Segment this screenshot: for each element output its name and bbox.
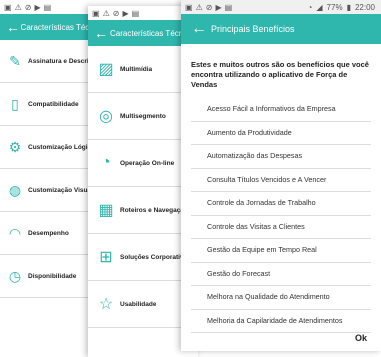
org-chart-icon: ⊞ <box>99 249 113 266</box>
warning-icon: ⚠ <box>102 8 110 18</box>
item-label: Multisegmento <box>120 112 166 120</box>
item-label: Disponibilidade <box>28 272 77 280</box>
speedometer-icon: ◠ <box>8 224 22 241</box>
back-arrow-icon[interactable]: ← <box>191 20 211 38</box>
screen-caracteristicas-1: ▣ ⚠ ⊘ ▶ ▤ ← Características Técnicas ✎ A… <box>0 0 100 351</box>
notification-icon: ▣ <box>4 2 12 12</box>
tablet-icon: ▯ <box>11 95 19 112</box>
clock-time: 22:00 <box>354 2 375 12</box>
ban-icon: ⊘ <box>112 8 120 18</box>
item-label: Usabilidade <box>120 300 157 308</box>
clock-icon: ◷ <box>8 267 22 284</box>
item-label: Roteiros e Navegação <box>120 206 188 214</box>
gear-icon: ⚙ <box>8 138 22 155</box>
list-item: Consulta Títulos Vencidos e A Vencer <box>191 169 371 192</box>
image-status-icon: ▤ <box>43 2 52 12</box>
ok-button[interactable]: Ok <box>355 333 367 343</box>
item-label: Operação On-line <box>120 159 175 167</box>
back-arrow-icon[interactable]: ← <box>94 25 110 41</box>
screen-principais-beneficios: ▣ ⚠ ⊘ ▶ ▤ ◔ ◢ 77% ▮ 22:00 ← Principais B… <box>181 0 381 351</box>
list-item: Aumento da Produtividade <box>191 122 371 145</box>
list-item[interactable]: ⚙ Customização Lógica <box>0 126 100 169</box>
status-bar: ▣ ⚠ ⊘ ▶ ▤ ◔ ◢ 77% ▮ 22:00 <box>181 0 381 14</box>
list-item: Controle das Visitas a Clientes <box>191 216 371 239</box>
intro-text: Estes e muitos outros são os benefícios … <box>191 60 369 89</box>
status-bar: ▣ ⚠ ⊘ ▶ ▤ <box>0 0 100 14</box>
app-bar: ← Principais Benefícios <box>181 14 381 44</box>
list-item: Melhora na Qualidade do Atendimento <box>191 286 371 310</box>
list-item[interactable]: ✎ Assinatura e Descrição <box>0 40 100 83</box>
list-item: Melhoria da Capilaridade de Atendimentos <box>191 310 371 333</box>
image-status-icon: ▤ <box>131 8 140 18</box>
notification-icon: ▣ <box>185 2 193 12</box>
item-label: Desempenho <box>28 229 69 237</box>
play-icon: ▶ <box>34 2 41 12</box>
app-bar: ← Características Técnicas <box>0 14 100 40</box>
globe-icon: ◎ <box>99 108 113 125</box>
back-arrow-icon[interactable]: ← <box>6 19 21 35</box>
wifi-icon: ◔ <box>101 154 111 171</box>
star-icon: ☆ <box>98 296 114 313</box>
battery-percent: 77% <box>326 2 343 12</box>
notification-icon: ▣ <box>92 8 100 18</box>
warning-icon: ⚠ <box>14 2 22 12</box>
wifi-status-icon: ◔ <box>307 2 313 12</box>
play-icon: ▶ <box>215 2 222 12</box>
list-item: Automatização das Despesas <box>191 145 371 169</box>
list-item[interactable]: ◠ Desempenho <box>0 212 100 255</box>
list-item[interactable]: ◍ Customização Visual <box>0 169 100 212</box>
ban-icon: ⊘ <box>24 2 32 12</box>
list-item: Gestão da Equipe em Tempo Real <box>191 239 371 263</box>
list-item: Gestão do Forecast <box>191 263 371 286</box>
battery-icon: ▮ <box>346 2 351 12</box>
list-item: Acesso Fácil a Informativos da Empresa <box>191 98 371 122</box>
map-icon: ▦ <box>98 202 114 219</box>
ban-icon: ⊘ <box>205 2 213 12</box>
pen-icon: ✎ <box>9 52 21 69</box>
list-item[interactable]: ◷ Disponibilidade <box>0 255 100 298</box>
item-label: Compatibilidade <box>28 100 79 108</box>
item-label: Multimídia <box>120 65 153 73</box>
play-icon: ▶ <box>122 8 129 18</box>
item-label: Customização Visual <box>28 186 93 194</box>
signal-icon: ◢ <box>316 2 323 12</box>
image-status-icon: ▤ <box>224 2 233 12</box>
warning-icon: ⚠ <box>195 2 203 12</box>
page-title: Principais Benefícios <box>211 24 295 34</box>
palette-icon: ◍ <box>8 181 22 198</box>
image-icon: ▨ <box>98 61 114 78</box>
feature-list: ✎ Assinatura e Descrição ▯ Compatibilida… <box>0 40 100 298</box>
list-item: Controle da Jornadas de Trabalho <box>191 192 371 216</box>
benefits-list: Acesso Fácil a Informativos da Empresa A… <box>181 96 381 333</box>
list-item[interactable]: ▯ Compatibilidade <box>0 83 100 126</box>
item-label: Customização Lógica <box>28 143 95 151</box>
